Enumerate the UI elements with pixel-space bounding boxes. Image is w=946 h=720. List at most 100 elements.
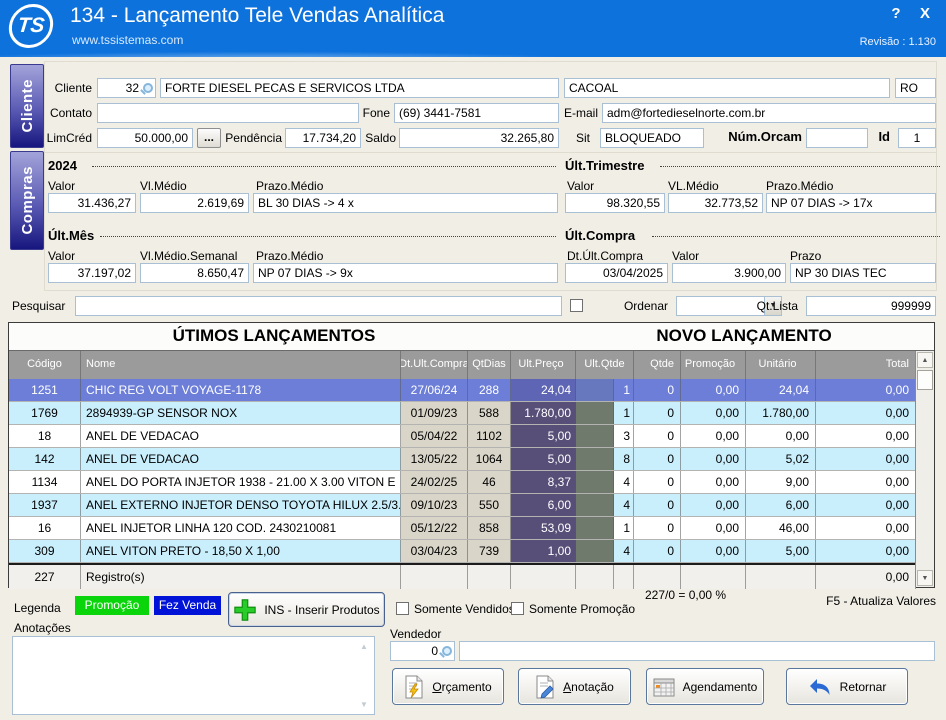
col-header-ult-preco[interactable]: Ult.Preço [511,351,576,379]
search-checkbox[interactable] [570,299,583,312]
textarea-scroll-down-icon[interactable]: ▼ [360,700,368,709]
scrollbar-thumb[interactable] [917,370,933,390]
cell-ult-preco: 6,00 [511,494,576,516]
cell-codigo: 1937 [9,494,81,516]
retornar-button[interactable]: Retornar [786,668,908,705]
cell-total: 0,00 [816,379,916,401]
cell-ult-preco: 53,09 [511,517,576,539]
tab-cliente-label: Cliente [19,79,36,133]
email-field[interactable]: adm@fortedieselnorte.com.br [602,103,936,123]
pendencia-field[interactable]: 17.734,20 [285,128,361,148]
cell-qtde[interactable]: 0 [634,448,681,470]
inserir-produtos-button[interactable]: INS - Inserir Produtos [228,592,385,627]
cell-qtde[interactable]: 0 [634,494,681,516]
uc-valor-field: 3.900,00 [672,263,786,283]
table-row[interactable]: 1251 CHIC REG VOLT VOYAGE-1178 27/06/24 … [9,379,934,402]
somente-vendidos-checkbox[interactable] [396,602,409,615]
contato-field[interactable] [97,103,359,123]
col-header-ult-qtde[interactable]: Ult.Qtde [576,351,634,379]
help-button[interactable]: ? [886,5,906,22]
cell-unitario: 46,00 [746,517,816,539]
table-row[interactable]: 309 ANEL VITON PRETO - 18,50 X 1,00 03/0… [9,540,934,563]
somente-promocao-checkbox[interactable] [511,602,524,615]
ult-qtde-band [576,471,614,493]
pesquisar-label: Pesquisar [12,296,65,316]
mes-prazo-field: NP 07 DIAS -> 9x [253,263,558,283]
cell-qtde[interactable]: 0 [634,540,681,562]
cell-qtde[interactable]: 0 [634,425,681,447]
col-header-promocao[interactable]: Promoção [681,351,746,379]
cell-qtde[interactable]: 0 [634,402,681,424]
anotacao-button[interactable]: Anotação [518,668,631,705]
sit-field[interactable]: BLOQUEADO [600,128,704,148]
saldo-field[interactable]: 32.265,80 [399,128,559,148]
qt-lista-label: Qt.Lista [750,296,798,316]
table-row[interactable]: 1769 2894939-GP SENSOR NOX 01/09/23 588 … [9,402,934,425]
scroll-up-icon[interactable]: ▲ [917,352,933,368]
cell-codigo: 1769 [9,402,81,424]
vertical-scrollbar[interactable]: ▲ ▼ [915,351,934,587]
agendamento-button[interactable]: Agendamento [646,668,764,705]
tab-compras[interactable]: Compras [10,151,44,250]
cell-ult-qtde: 1 [614,379,634,401]
col-header-nome[interactable]: Nome [81,351,401,379]
pesquisar-input[interactable] [75,296,562,316]
cell-qtde[interactable]: 0 [634,471,681,493]
cliente-name-field[interactable]: FORTE DIESEL PECAS E SERVICOS LTDA [160,78,559,98]
table-row[interactable]: 1937 ANEL EXTERNO INJETOR DENSO TOYOTA H… [9,494,934,517]
cell-qtdias: 739 [468,540,511,562]
close-button[interactable]: X [915,5,935,22]
vendedor-code-field[interactable]: 0 [390,641,455,661]
cell-dt-ult-compra: 09/10/23 [401,494,468,516]
cell-nome: ANEL DE VEDACAO [81,448,401,470]
vendedor-name-field[interactable] [459,641,935,661]
ult-qtde-band [576,425,614,447]
table-row[interactable]: 16 ANEL INJETOR LINHA 120 COD. 243021008… [9,517,934,540]
col-header-qtde[interactable]: Qtde [634,351,681,379]
id-field[interactable]: 1 [898,128,936,148]
footer-empty [576,565,614,589]
ult-qtde-band [576,540,614,562]
cell-qtde[interactable]: 0 [634,379,681,401]
cell-qtde[interactable]: 0 [634,517,681,539]
table-row[interactable]: 18 ANEL DE VEDACAO 05/04/22 1102 5,00 3 … [9,425,934,448]
cell-codigo: 1134 [9,471,81,493]
fone-field[interactable]: (69) 3441-7581 [394,103,559,123]
anotacoes-textarea[interactable] [12,636,375,715]
cell-ult-qtde: 3 [614,425,634,447]
cell-ult-qtde: 4 [614,494,634,516]
col-header-dt-ult-compra[interactable]: Dt.Ult.Compra [401,351,468,379]
col-header-total[interactable]: Total [816,351,916,379]
ult-qtde-band [576,379,614,401]
retornar-label: Retornar [840,680,887,694]
table-row[interactable]: 142 ANEL DE VEDACAO 13/05/22 1064 5,00 8… [9,448,934,471]
state-field[interactable]: RO [895,78,936,98]
limcred-field[interactable]: 50.000,00 [97,128,193,148]
num-orcam-field[interactable] [806,128,868,148]
ano-vlmedio-field: 2.619,69 [140,193,249,213]
col-header-qtdias[interactable]: QtDias [468,351,511,379]
cell-promocao: 0,00 [681,471,746,493]
table-row[interactable]: 1134 ANEL DO PORTA INJETOR 1938 - 21.00 … [9,471,934,494]
search-icon[interactable] [143,83,153,93]
cliente-label: Cliente [48,78,92,98]
grid-band: ÚTIMOS LANÇAMENTOS NOVO LANÇAMENTO [9,323,934,351]
qt-lista-field[interactable]: 999999 [806,296,936,316]
city-field[interactable]: CACOAL [564,78,890,98]
search-icon[interactable] [442,646,452,656]
ult-qtde-band [576,517,614,539]
ult-qtde-band [576,448,614,470]
footer-empty [401,565,468,589]
col-header-codigo[interactable]: Código [9,351,81,379]
limcred-more-button[interactable]: ... [197,128,221,148]
cell-nome: CHIC REG VOLT VOYAGE-1178 [81,379,401,401]
scroll-down-icon[interactable]: ▼ [917,570,933,586]
cliente-code-field[interactable]: 32 [97,78,156,98]
num-orcam-label: Núm.Orcam [712,127,802,147]
tri-prazo-field: NP 07 DIAS -> 17x [766,193,936,213]
footer-empty [746,565,816,589]
orcamento-button[interactable]: Orçamento [392,668,504,705]
col-header-unitario[interactable]: Unitário [746,351,816,379]
textarea-scroll-up-icon[interactable]: ▲ [360,642,368,651]
grid-rows: 1251 CHIC REG VOLT VOYAGE-1178 27/06/24 … [9,379,934,563]
